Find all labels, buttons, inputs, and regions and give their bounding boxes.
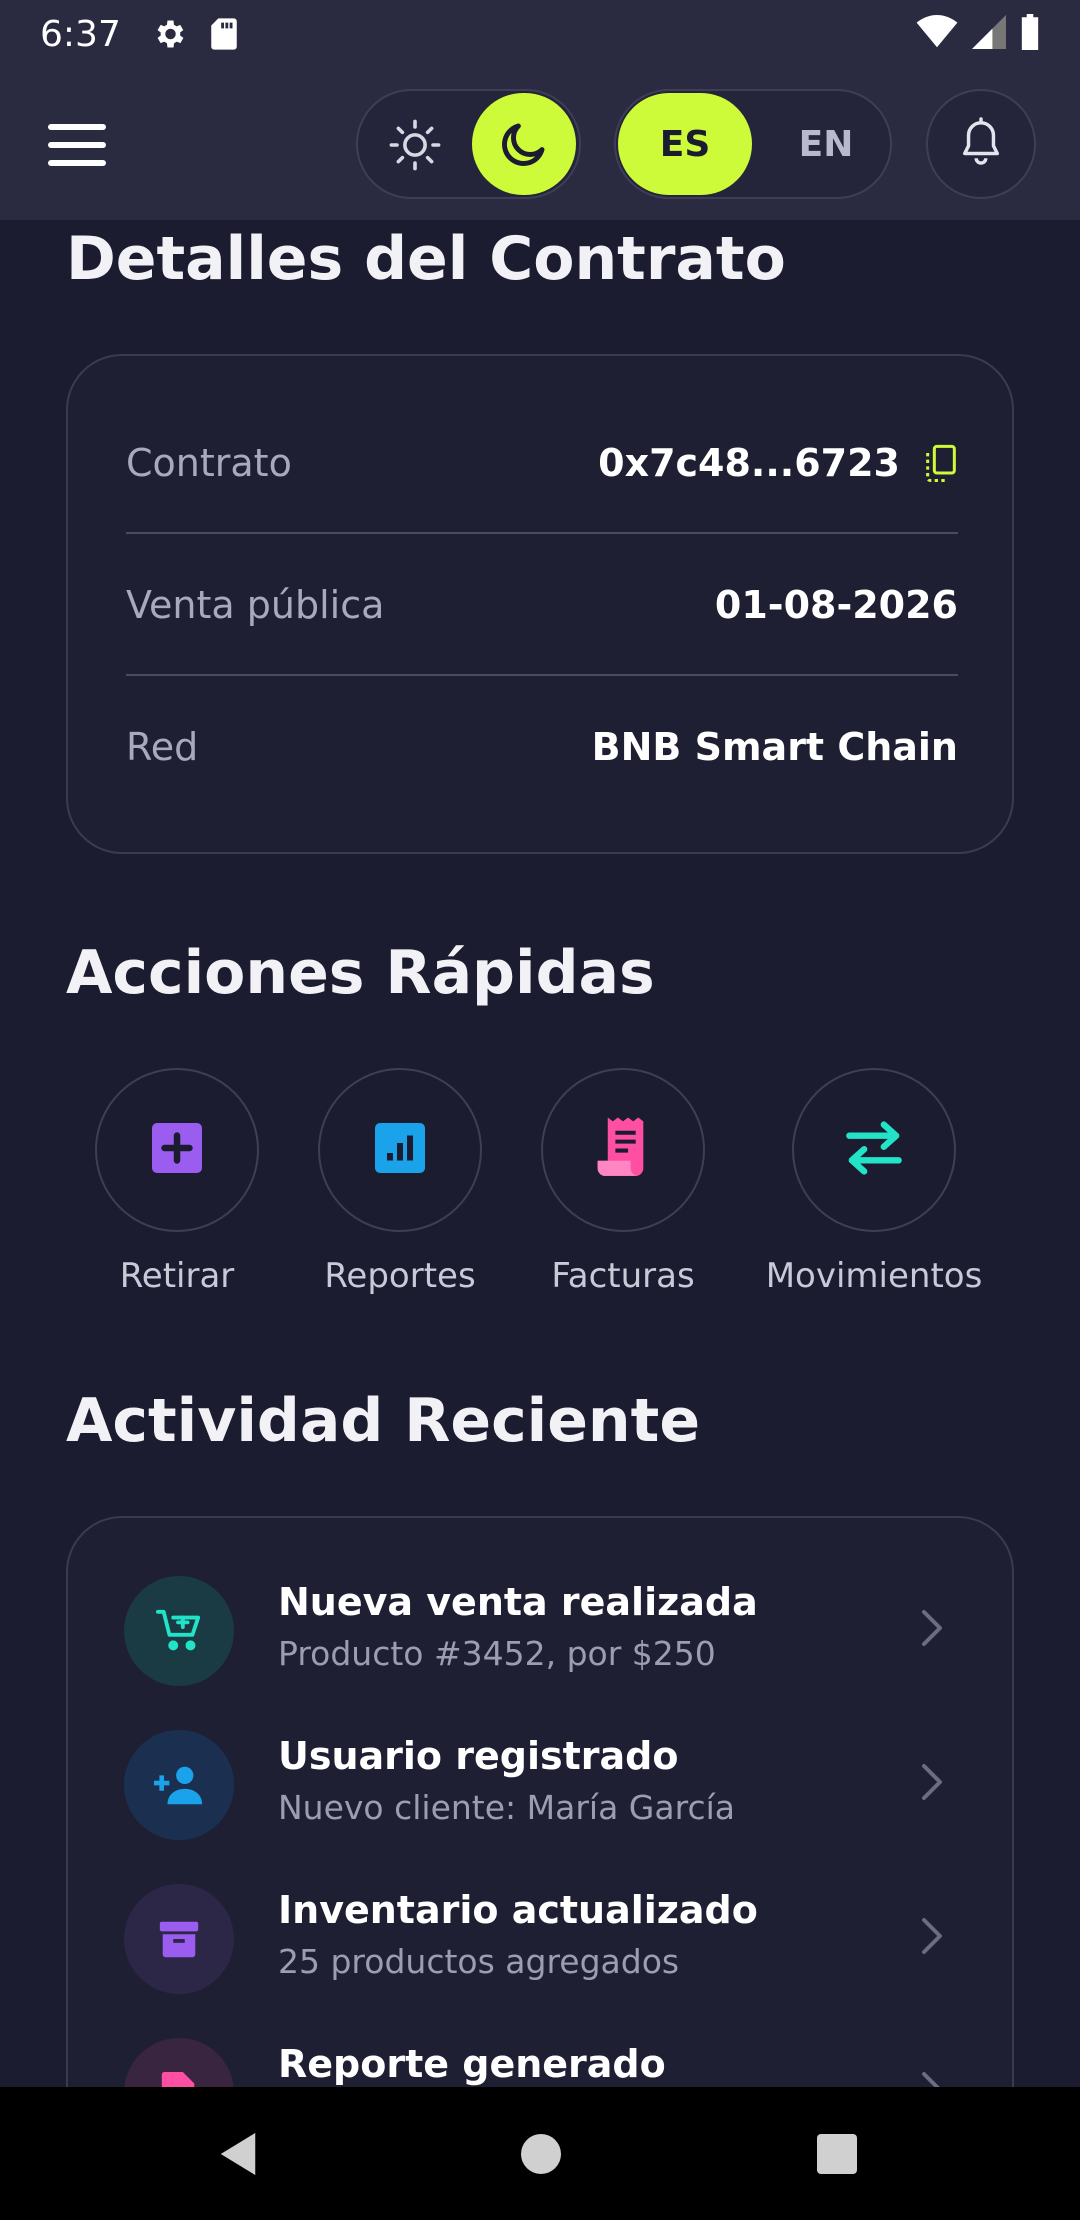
swap-arrows-icon (842, 1120, 906, 1180)
sun-icon[interactable] (388, 118, 442, 176)
app-bar: ES EN (0, 68, 1080, 220)
detail-row-network: Red BNB Smart Chain (126, 676, 958, 818)
back-icon[interactable] (218, 2131, 258, 2181)
contract-details-card: Contrato 0x7c48...6723 Venta pública 01-… (66, 354, 1014, 854)
person-add-icon (124, 1730, 234, 1840)
activity-subtitle: 25 productos agregados (278, 1942, 680, 1981)
recent-activity-title: Actividad Reciente (66, 1386, 701, 1456)
activity-title: Inventario actualizado (278, 1888, 758, 1932)
action-reports[interactable]: Reportes (285, 1068, 515, 1296)
detail-label: Contrato (126, 441, 292, 485)
chevron-right-icon (920, 1916, 944, 1960)
home-icon[interactable] (521, 2134, 561, 2174)
receipt-icon (592, 1115, 654, 1185)
action-label: Reportes (324, 1256, 476, 1296)
lang-en-option[interactable]: EN (766, 93, 886, 195)
activity-title: Usuario registrado (278, 1734, 679, 1778)
chevron-right-icon (920, 1608, 944, 1652)
moon-icon[interactable] (472, 93, 576, 195)
chevron-right-icon (920, 1762, 944, 1806)
battery-icon (1020, 14, 1040, 54)
activity-subtitle: Nuevo cliente: María García (278, 1788, 735, 1827)
detail-label: Red (126, 725, 199, 769)
menu-icon[interactable] (48, 124, 106, 166)
action-label: Movimientos (765, 1256, 983, 1296)
bar-chart-icon (370, 1118, 430, 1182)
action-label: Retirar (119, 1256, 235, 1296)
activity-title: Reporte generado (278, 2042, 666, 2086)
archive-box-icon (124, 1884, 234, 1994)
network-value: BNB Smart Chain (591, 725, 958, 769)
copy-icon[interactable] (924, 443, 958, 483)
bell-icon (958, 117, 1004, 171)
detail-row-contract: Contrato 0x7c48...6723 (126, 392, 958, 534)
action-withdraw[interactable]: Retirar (62, 1068, 292, 1296)
detail-label: Venta pública (126, 583, 385, 627)
quick-actions-title: Acciones Rápidas (66, 938, 655, 1008)
cart-add-icon (124, 1576, 234, 1686)
status-time: 6:37 (40, 13, 121, 55)
lang-es-option[interactable]: ES (618, 93, 752, 195)
detail-row-public-sale: Venta pública 01-08-2026 (126, 534, 958, 676)
notifications-button[interactable] (926, 89, 1036, 199)
action-label: Facturas (551, 1256, 695, 1296)
status-bar: 6:37 (0, 0, 1080, 68)
activity-subtitle: Producto #3452, por $250 (278, 1634, 716, 1673)
settings-gear-icon (151, 16, 187, 52)
action-movements[interactable]: Movimientos (759, 1068, 989, 1296)
quick-actions-row: Retirar Reportes Facturas Movimientos (0, 1068, 1080, 1308)
language-toggle[interactable]: ES EN (614, 89, 892, 199)
system-nav-bar (0, 2087, 1080, 2220)
activity-title: Nueva venta realizada (278, 1580, 758, 1624)
activity-item-sale[interactable]: Nueva venta realizada Producto #3452, po… (124, 1566, 960, 1696)
public-sale-date: 01-08-2026 (714, 583, 958, 627)
recents-icon[interactable] (817, 2134, 857, 2174)
sd-card-icon (209, 17, 239, 51)
plus-square-icon (147, 1118, 207, 1182)
contract-details-title: Detalles del Contrato (66, 224, 786, 294)
theme-toggle[interactable] (356, 89, 581, 199)
wifi-icon (916, 15, 958, 53)
cell-signal-icon (972, 15, 1006, 53)
activity-item-inventory[interactable]: Inventario actualizado 25 productos agre… (124, 1874, 960, 2004)
contract-address: 0x7c48...6723 (598, 441, 900, 485)
action-invoices[interactable]: Facturas (508, 1068, 738, 1296)
recent-activity-card: Nueva venta realizada Producto #3452, po… (66, 1516, 1014, 2166)
activity-item-user[interactable]: Usuario registrado Nuevo cliente: María … (124, 1720, 960, 1850)
